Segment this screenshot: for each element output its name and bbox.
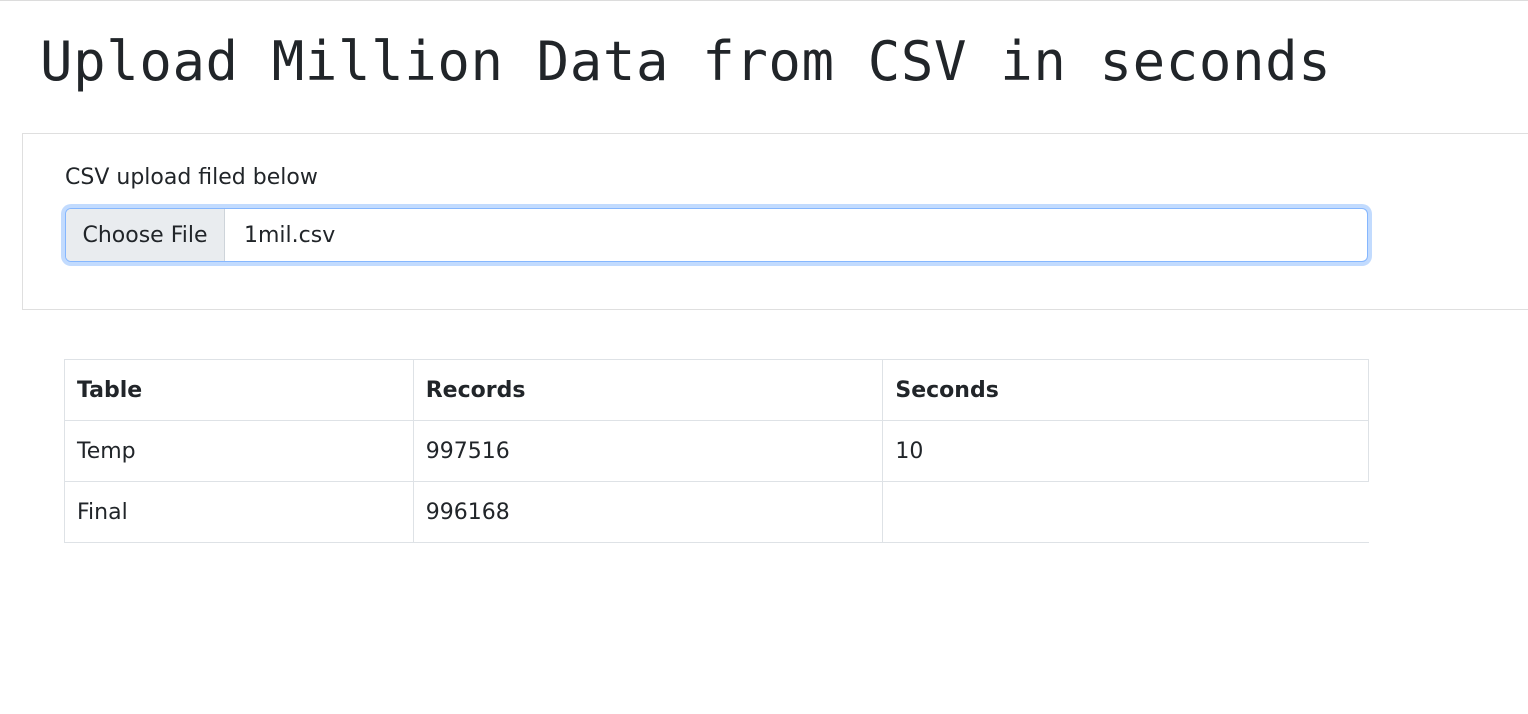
table-cell-name: Temp (64, 420, 414, 482)
choose-file-button[interactable]: Choose File (66, 209, 225, 261)
results-table: Table Records Seconds Temp 997516 10 Fin… (64, 359, 1369, 543)
table-row: Temp 997516 10 (64, 420, 1369, 482)
page-title: Upload Million Data from CSV in seconds (40, 30, 1332, 93)
table-cell-name: Final (64, 481, 414, 543)
top-divider (0, 0, 1528, 1)
table-header-row: Table Records Seconds (64, 359, 1369, 421)
column-header-seconds: Seconds (882, 359, 1369, 421)
table-row: Final 996168 (64, 481, 1369, 543)
csv-file-input[interactable]: Choose File 1mil.csv (65, 208, 1368, 262)
column-header-records: Records (412, 359, 884, 421)
selected-file-name: 1mil.csv (244, 222, 336, 248)
column-header-table: Table (64, 359, 414, 421)
table-cell-records: 996168 (412, 481, 884, 543)
upload-label: CSV upload filed below (65, 165, 318, 190)
table-cell-seconds (882, 481, 1369, 543)
table-cell-seconds: 10 (882, 420, 1369, 482)
table-cell-records: 997516 (412, 420, 884, 482)
